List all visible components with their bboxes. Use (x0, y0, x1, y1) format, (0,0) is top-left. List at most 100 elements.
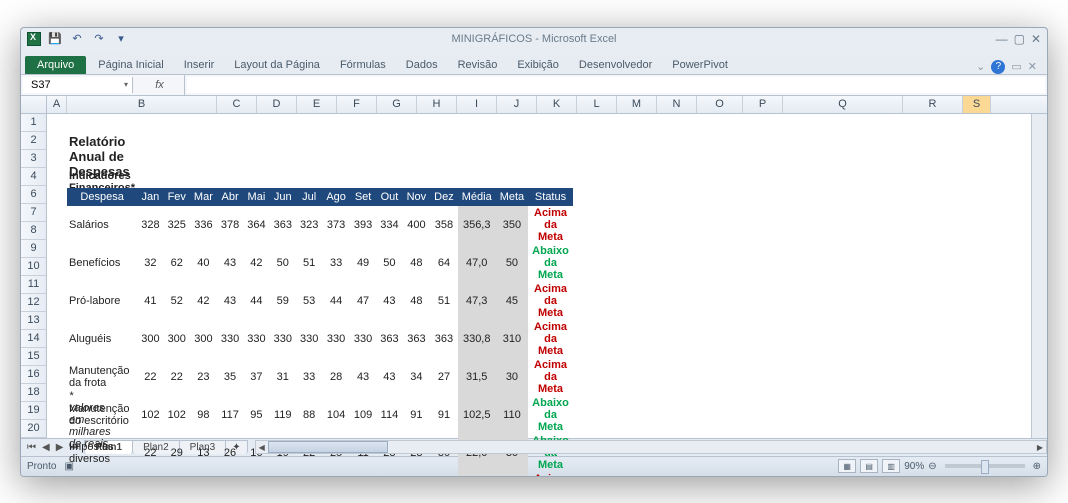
zoom-in-icon[interactable]: ⊕ (1033, 461, 1041, 472)
view-layout-icon[interactable]: ▤ (860, 459, 878, 473)
horizontal-scrollbar[interactable]: ◀ ▶ (255, 440, 1047, 454)
expense-value: 51 (430, 282, 458, 320)
qat-more-icon[interactable]: ▾ (113, 31, 129, 47)
row-header-11[interactable]: 11 (21, 276, 47, 294)
col-header-N[interactable]: N (657, 96, 697, 113)
col-header-C[interactable]: C (217, 96, 257, 113)
table-header: Set (350, 188, 376, 206)
scroll-right-icon[interactable]: ▶ (1034, 441, 1046, 453)
vertical-scrollbar[interactable] (1031, 114, 1047, 438)
row-header-3[interactable]: 3 (21, 150, 47, 168)
col-header-O[interactable]: O (697, 96, 743, 113)
cell-grid[interactable]: Relatório Anual de Despesas Indicadores … (47, 114, 1047, 438)
table-header: Nov (403, 188, 431, 206)
minimize-icon[interactable]: — (996, 32, 1008, 46)
tab-inserir[interactable]: Inserir (174, 56, 225, 74)
view-normal-icon[interactable]: ▦ (838, 459, 856, 473)
undo-icon[interactable]: ↶ (69, 31, 85, 47)
row-header-4[interactable]: 4 (21, 168, 47, 186)
tab-desenvolvedor[interactable]: Desenvolvedor (569, 56, 662, 74)
col-header-G[interactable]: G (377, 96, 417, 113)
tab-revisão[interactable]: Revisão (448, 56, 508, 74)
row-header-18[interactable]: 18 (21, 384, 47, 402)
row-header-6[interactable]: 6 (21, 186, 47, 204)
zoom-slider[interactable] (945, 464, 1025, 468)
row-header-15[interactable]: 15 (21, 348, 47, 366)
expense-value: 29 (164, 434, 190, 472)
name-box[interactable]: S37 (23, 77, 133, 93)
expense-status: Acima da Meta (528, 472, 573, 477)
col-header-A[interactable]: A (47, 96, 67, 113)
expense-value: 32 (137, 244, 163, 282)
tab-layout-da-página[interactable]: Layout da Página (224, 56, 330, 74)
expense-value: 98 (190, 396, 217, 434)
fx-icon[interactable]: fx (135, 75, 185, 95)
col-header-P[interactable]: P (743, 96, 783, 113)
expense-value: 373 (322, 206, 350, 244)
expense-value: 27 (430, 358, 458, 396)
expense-value: 13 (190, 434, 217, 472)
row-header-16[interactable]: 16 (21, 366, 47, 384)
table-header: Despesa (67, 188, 137, 206)
tab-página-inicial[interactable]: Página Inicial (88, 56, 173, 74)
doc-close-icon[interactable]: ✕ (1028, 60, 1037, 73)
formula-input[interactable] (187, 77, 1045, 93)
tab-exibição[interactable]: Exibição (507, 56, 569, 74)
tab-dados[interactable]: Dados (396, 56, 448, 74)
row-header-1[interactable]: 1 (21, 114, 47, 132)
scroll-thumb[interactable] (268, 441, 388, 453)
row-header-7[interactable]: 7 (21, 204, 47, 222)
sheet-next-icon[interactable]: ▶ (54, 442, 66, 453)
save-icon[interactable]: 💾 (47, 31, 63, 47)
window-restore-icon[interactable]: ▭ (1011, 60, 1021, 73)
maximize-icon[interactable]: ▢ (1014, 32, 1025, 46)
row-header-13[interactable]: 13 (21, 312, 47, 330)
ribbon-minimize-icon[interactable]: ⌄ (976, 60, 985, 73)
col-header-R[interactable]: R (903, 96, 963, 113)
expense-meta: 75 (496, 472, 528, 477)
select-all-corner[interactable] (21, 96, 47, 113)
col-header-E[interactable]: E (297, 96, 337, 113)
col-header-J[interactable]: J (497, 96, 537, 113)
tab-fórmulas[interactable]: Fórmulas (330, 56, 396, 74)
help-icon[interactable]: ? (991, 60, 1005, 74)
row-header-8[interactable]: 8 (21, 222, 47, 240)
row-header-2[interactable]: 2 (21, 132, 47, 150)
row-header-14[interactable]: 14 (21, 330, 47, 348)
col-header-M[interactable]: M (617, 96, 657, 113)
sheet-prev-icon[interactable]: ◀ (40, 442, 52, 453)
close-icon[interactable]: ✕ (1031, 32, 1041, 46)
row-header-20[interactable]: 20 (21, 420, 47, 438)
expense-value: 363 (376, 320, 402, 358)
col-header-I[interactable]: I (457, 96, 497, 113)
table-row: Aluguéis30030030033033033033033033036336… (67, 320, 573, 358)
row-header-10[interactable]: 10 (21, 258, 47, 276)
formula-bar: S37 fx (21, 74, 1047, 96)
col-header-K[interactable]: K (537, 96, 577, 113)
expense-value: 117 (217, 396, 243, 434)
col-header-F[interactable]: F (337, 96, 377, 113)
expense-value: 62 (322, 472, 350, 477)
table-row: Salários32832533637836436332337339333440… (67, 206, 573, 244)
view-pagebreak-icon[interactable]: ▥ (882, 459, 900, 473)
scroll-left-icon[interactable]: ◀ (256, 441, 268, 453)
sheet-first-icon[interactable]: ⏮ (25, 442, 38, 453)
col-header-H[interactable]: H (417, 96, 457, 113)
tab-powerpivot[interactable]: PowerPivot (662, 56, 738, 74)
row-header-12[interactable]: 12 (21, 294, 47, 312)
col-header-L[interactable]: L (577, 96, 617, 113)
expense-value: 62 (164, 244, 190, 282)
row-header-19[interactable]: 19 (21, 402, 47, 420)
table-header: Jan (137, 188, 163, 206)
zoom-level[interactable]: 90% (904, 461, 924, 472)
table-header: Jul (296, 188, 322, 206)
expense-value: 53 (296, 282, 322, 320)
redo-icon[interactable]: ↷ (91, 31, 107, 47)
row-header-9[interactable]: 9 (21, 240, 47, 258)
col-header-B[interactable]: B (67, 96, 217, 113)
col-header-D[interactable]: D (257, 96, 297, 113)
col-header-S[interactable]: S (963, 96, 991, 113)
col-header-Q[interactable]: Q (783, 96, 903, 113)
zoom-out-icon[interactable]: ⊖ (928, 461, 936, 472)
tab-file[interactable]: Arquivo (25, 56, 86, 74)
